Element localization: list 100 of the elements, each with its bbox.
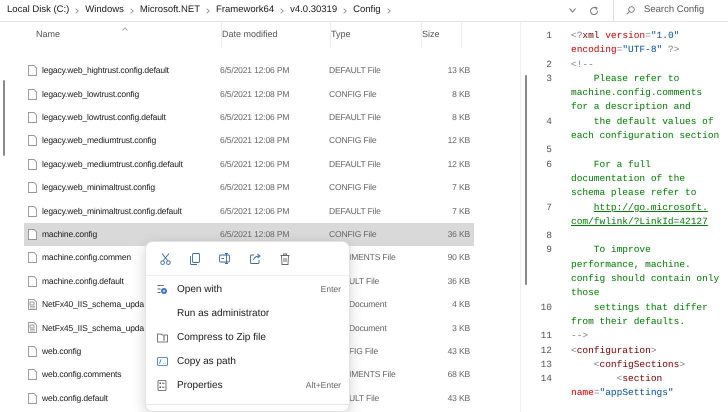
code-token: name <box>571 387 594 398</box>
code-token: each configuration section <box>571 130 720 142</box>
code-token: configSections <box>600 358 680 370</box>
code-token: "appSettings" <box>600 387 674 398</box>
code-token: > <box>650 344 657 356</box>
file-size: 68 KB <box>448 369 470 380</box>
file-name: legacy.web_hightrust.config.default <box>42 65 169 76</box>
file-size: 8 KB <box>452 88 470 99</box>
code-token: xml <box>582 30 601 41</box>
file-type: CONFIG File <box>329 229 376 240</box>
file-type: DEFAULT File <box>329 206 381 216</box>
modified-date: 6/5/2021 12:08 PM <box>220 88 290 99</box>
code-token: < <box>571 344 577 356</box>
modified-date: 6/5/2021 12:06 PM <box>220 65 290 76</box>
code-token: --> <box>571 330 588 342</box>
file-type: Document <box>349 322 387 333</box>
line-number: 9 <box>546 244 552 256</box>
code-token: section <box>622 373 662 384</box>
file-name: web.config <box>42 346 82 356</box>
file-name: legacy.web_lowtrust.config <box>42 88 140 99</box>
file-name: web.config.default <box>42 392 108 403</box>
code-token: ?> <box>668 44 680 56</box>
file-size: 8 KB <box>452 112 470 122</box>
line-number: 10 <box>540 302 552 313</box>
file-type: CONFIG File <box>329 135 376 146</box>
file-size: 13 KB <box>448 65 470 76</box>
code-token: machine.config.comments <box>571 87 702 98</box>
code-token: > <box>679 358 686 370</box>
code-token: "1.0" <box>650 30 680 41</box>
code-token: "UTF-8" <box>622 44 664 56</box>
modified-date: 6/5/2021 12:08 PM <box>220 135 290 146</box>
modified-date: 6/5/2021 12:06 PM <box>220 206 290 216</box>
file-type: DEFAULT File <box>329 112 381 122</box>
file-name: legacy.web_mediumtrust.config.default <box>42 158 183 169</box>
code-token: <? <box>571 30 582 41</box>
file-size: 43 KB <box>448 392 470 403</box>
file-size: 12 KB <box>448 135 470 146</box>
modified-date: 6/5/2021 12:06 PM <box>220 112 290 122</box>
modified-date: 6/5/2021 12:06 PM <box>220 158 290 169</box>
line-number: 3 <box>546 72 552 84</box>
file-type: IMENTS File <box>349 369 396 380</box>
code-token: documentation of the <box>571 172 686 184</box>
line-number: 7 <box>546 202 552 213</box>
line-number: 8 <box>546 230 552 242</box>
modified-date: 6/5/2021 12:08 PM <box>220 229 290 240</box>
line-number: 13 <box>540 358 552 370</box>
line-number: 4 <box>546 116 552 127</box>
code-token: those <box>571 287 600 298</box>
code-token: < <box>616 373 622 384</box>
modified-date: 6/5/2021 12:08 PM <box>220 182 290 192</box>
file-size: 3 KB <box>452 322 470 333</box>
file-size: 7 KB <box>452 206 470 216</box>
file-type: IMENTS File <box>349 252 396 262</box>
file-type: DEFAULT File <box>329 158 381 169</box>
file-type: CONFIG File <box>329 88 376 99</box>
file-type: Document <box>349 299 387 310</box>
code-token: = <box>645 30 651 41</box>
code-token: = <box>616 44 622 56</box>
code-token: for a description and <box>571 101 691 112</box>
file-size: 7 KB <box>452 182 470 192</box>
code-token: < <box>592 358 600 370</box>
line-number: 12 <box>540 344 552 356</box>
code-token: the default values of <box>592 116 714 127</box>
code-token: version <box>605 30 646 41</box>
file-type: DEFAULT File <box>329 65 381 76</box>
file-name: web.config.comments <box>42 369 122 380</box>
code-token: = <box>594 387 600 398</box>
file-type: CONFIG File <box>329 182 376 192</box>
line-number: 2 <box>546 58 552 70</box>
code-token: To improve <box>592 244 651 256</box>
line-number: 11 <box>540 330 552 342</box>
code-token: configuration <box>576 344 651 356</box>
file-size: 90 KB <box>448 252 470 262</box>
code-token: schema please refer to <box>571 187 696 198</box>
file-name: NetFx45_IIS_schema_upda <box>42 322 144 333</box>
file-name: machine.config.commen <box>42 252 131 262</box>
file-name: machine.config.default <box>42 276 124 286</box>
line-number: 5 <box>546 144 552 156</box>
code-token: config should contain only <box>571 273 720 284</box>
file-size: 4 KB <box>452 299 470 310</box>
line-number: 1 <box>546 30 552 41</box>
code-token: from their defaults. <box>571 316 686 327</box>
file-size: 43 KB <box>448 346 470 356</box>
file-name: legacy.web_lowtrust.config.default <box>42 112 166 122</box>
file-size: 36 KB <box>448 276 470 286</box>
file-name: legacy.web_minimaltrust.config.default <box>42 206 182 216</box>
code-token: encoding <box>571 44 617 56</box>
file-name: legacy.web_minimaltrust.config <box>42 182 155 192</box>
code-token: Please refer to <box>592 72 680 84</box>
code-token: performance, machine. <box>571 258 691 270</box>
line-number: 6 <box>546 158 552 170</box>
file-size: 36 KB <box>448 229 470 240</box>
file-name: legacy.web_mediumtrust.config <box>42 135 156 146</box>
code-token: For a full <box>592 158 651 170</box>
file-size: 12 KB <box>448 158 470 169</box>
code-token: settings that differ <box>592 302 708 313</box>
code-token: <!-- <box>571 58 594 70</box>
line-number: 14 <box>540 373 552 384</box>
file-name: NetFx40_IIS_schema_upda <box>42 299 144 310</box>
file-name: machine.config <box>42 229 98 240</box>
